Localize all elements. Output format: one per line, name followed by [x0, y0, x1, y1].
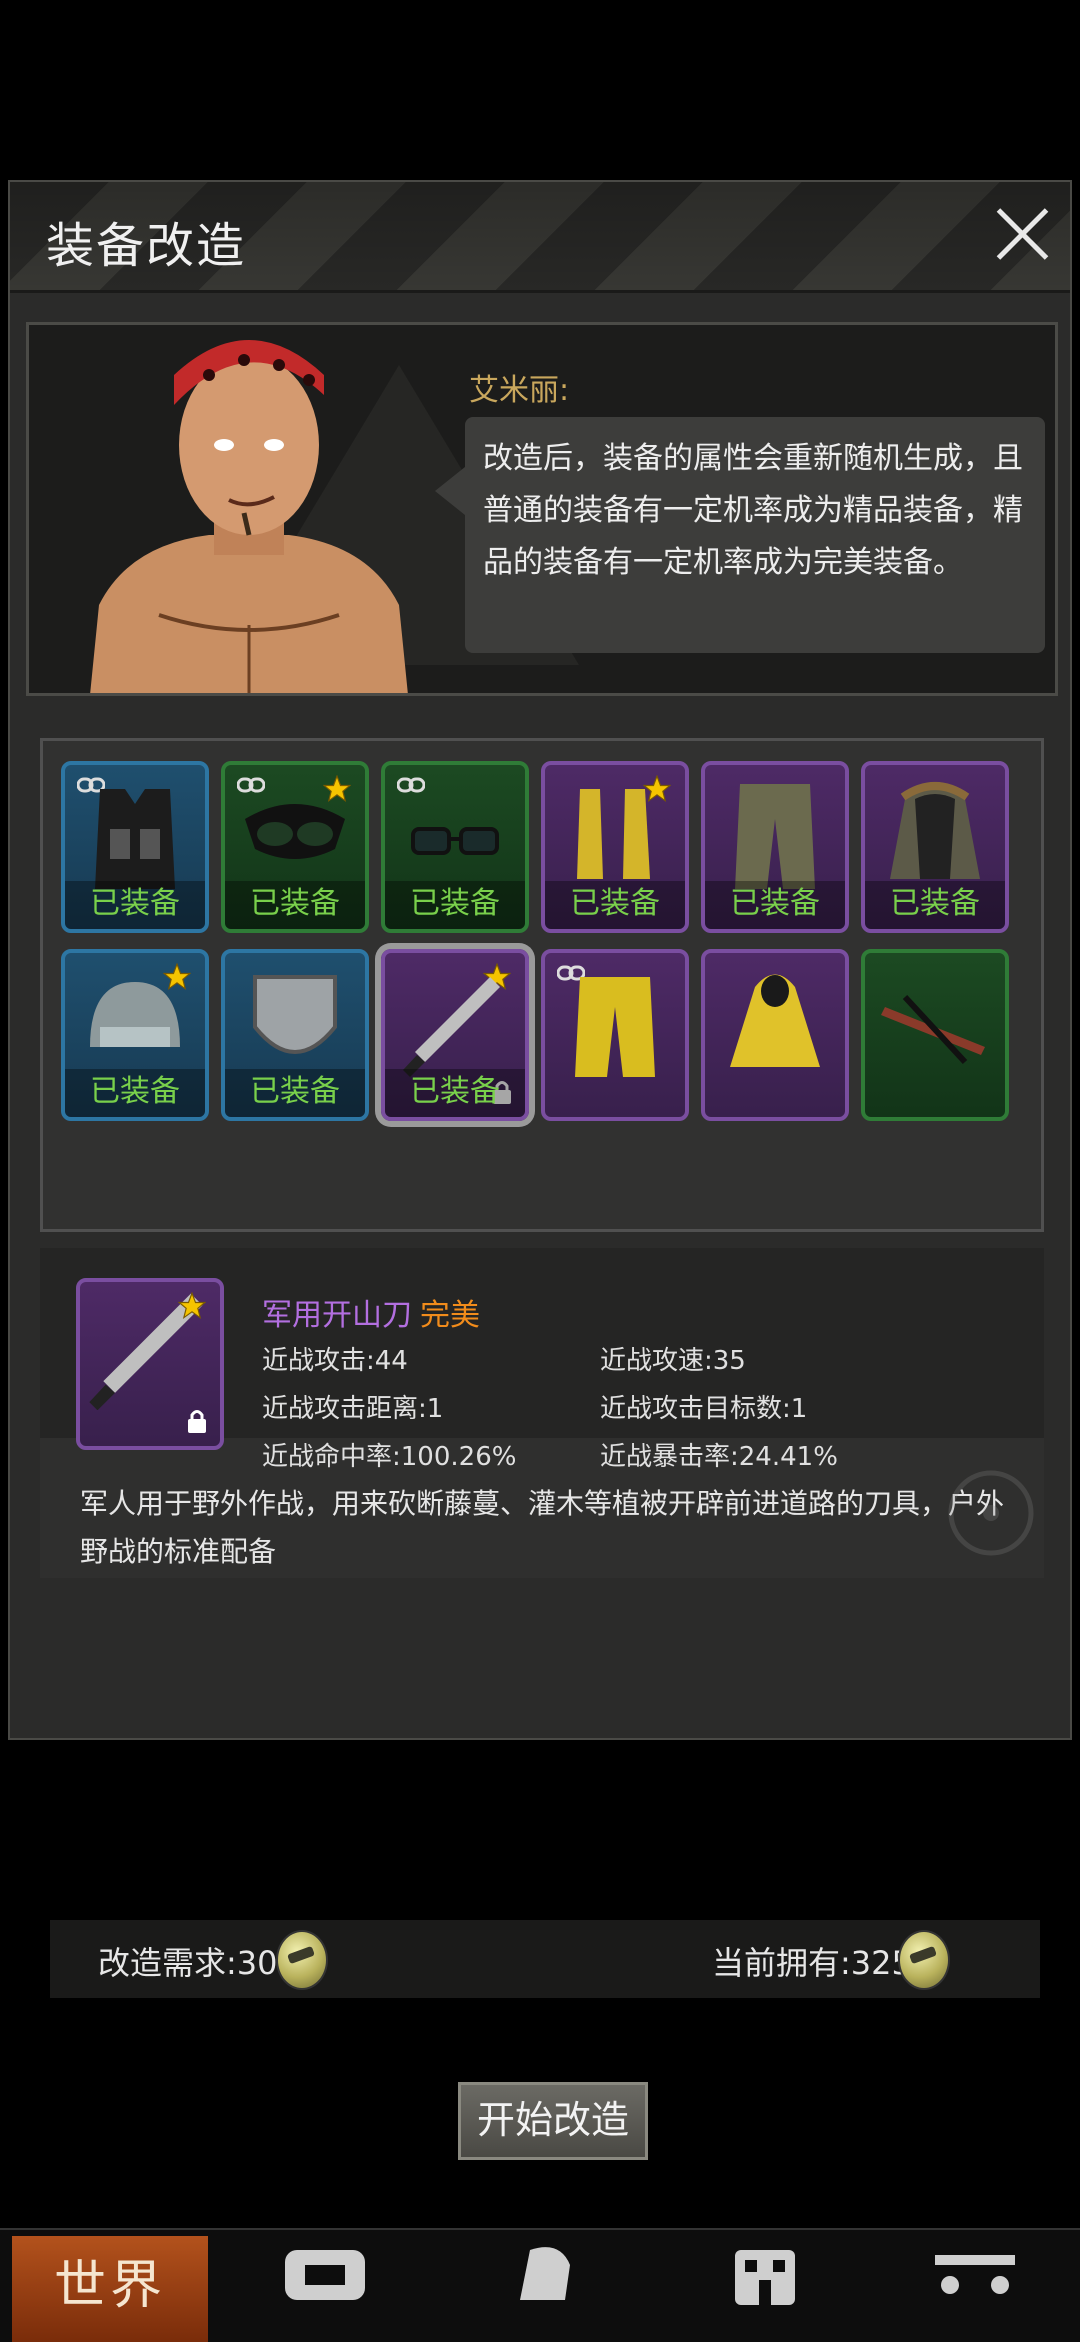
glasses-icon — [411, 827, 499, 855]
stat-melee-hit: 近战命中率:100.26% — [262, 1442, 517, 1472]
helmet-icon — [90, 982, 180, 1047]
item-name-text: 军用开山刀 — [262, 1298, 412, 1333]
inventory-slot-camo-pants[interactable]: 已装备 — [701, 761, 849, 933]
inventory-slot-tactical-vest[interactable]: 已装备 — [61, 761, 209, 933]
coin-icon — [898, 1930, 950, 1990]
npc-name: 艾米丽: — [469, 373, 570, 408]
inventory-slot-glasses[interactable]: 已装备 — [381, 761, 529, 933]
owned-amount: 当前拥有:325 — [712, 1944, 912, 1982]
cost-bar: 改造需求:30 当前拥有:325 — [50, 1920, 1040, 1998]
building-icon[interactable] — [710, 2240, 820, 2310]
crossbow-icon — [881, 994, 985, 1065]
hoodie-icon — [730, 974, 820, 1067]
equipped-label: 已装备 — [385, 1069, 525, 1117]
jacket-icon — [890, 782, 980, 879]
item-quality: 完美 — [420, 1298, 480, 1333]
required-cost: 改造需求:30 — [98, 1944, 278, 1982]
speech-bubble: 改造后，装备的属性会重新随机生成，且普通的装备有一定机率成为精品装备，精品的装备… — [435, 417, 1045, 653]
stat-melee-speed: 近战攻速:35 — [600, 1346, 746, 1376]
goggles-icon — [245, 804, 345, 859]
top-black-area — [0, 0, 1080, 180]
detail-item-slot — [76, 1278, 224, 1450]
equipped-label: 已装备 — [865, 881, 1005, 929]
nav-world-tab[interactable]: 世界 — [12, 2236, 208, 2342]
equipment-modify-dialog: 装备改造 艾米丽: 改造后，装备的属性会重新随机生成，且普通的装备有一定机率成为… — [8, 180, 1072, 1740]
radiation-icon — [948, 1470, 1034, 1556]
inventory-slot-yellow-hoodie[interactable] — [701, 949, 849, 1121]
item-detail-panel: 军用开山刀 完美 近战攻击:44 近战攻速:35 近战攻击距离:1 近战攻击目标数… — [40, 1248, 1044, 1578]
equipped-label: 已装备 — [385, 881, 525, 929]
inventory-slot-crossbow[interactable] — [861, 949, 1009, 1121]
equipped-label: 已装备 — [545, 881, 685, 929]
equipped-label: 已装备 — [225, 1069, 365, 1117]
inventory-slot-machete[interactable]: 已装备 — [381, 949, 529, 1121]
equipped-label: 已装备 — [65, 881, 205, 929]
star-icon — [178, 1292, 206, 1320]
equipped-label: 已装备 — [65, 1069, 205, 1117]
npc-panel: 艾米丽: 改造后，装备的属性会重新随机生成，且普通的装备有一定机率成为精品装备，… — [26, 322, 1058, 696]
stat-melee-range: 近战攻击距离:1 — [262, 1394, 444, 1424]
coin-icon — [276, 1930, 328, 1990]
item-name: 军用开山刀 完美 — [262, 1290, 480, 1334]
inventory-slot-fur-jacket[interactable]: 已装备 — [861, 761, 1009, 933]
close-button[interactable] — [992, 204, 1052, 264]
backpack-icon[interactable] — [270, 2240, 380, 2310]
shield-icon — [253, 975, 337, 1054]
equipped-label: 已装备 — [705, 881, 845, 929]
yellow-pants-icon — [575, 977, 655, 1077]
inventory-slot-yellow-pants[interactable] — [541, 949, 689, 1121]
machete-icon — [403, 977, 500, 1077]
inventory-slot-helmet[interactable]: 已装备 — [61, 949, 209, 1121]
tactical-vest-icon — [95, 789, 175, 889]
boots-icon — [577, 789, 650, 879]
lock-icon — [188, 1410, 206, 1433]
inventory-slot-goggles[interactable]: 已装备 — [221, 761, 369, 933]
stat-melee-crit: 近战暴击率:24.41% — [600, 1442, 838, 1472]
equipped-label: 已装备 — [225, 881, 365, 929]
stat-melee-attack: 近战攻击:44 — [262, 1346, 408, 1376]
character-icon[interactable] — [490, 2240, 600, 2310]
title-bar: 装备改造 — [10, 182, 1070, 293]
item-description: 军人用于野外作战，用来砍断藤蔓、灌木等植被开辟前进道路的刀具，户外野战的标准配备 — [80, 1487, 1005, 1568]
npc-portrait — [90, 340, 408, 693]
bottom-navigation: 世界 — [0, 2228, 1080, 2342]
stat-melee-targets: 近战攻击目标数:1 — [600, 1394, 808, 1424]
inventory-slot-shield[interactable]: 已装备 — [221, 949, 369, 1121]
cart-icon[interactable] — [920, 2240, 1030, 2310]
inventory-grid: 已装备 已装备 已装备 已装备 已装备 已装备 已装备 已装备 已装备 — [40, 738, 1044, 1232]
pants-icon — [735, 784, 815, 889]
start-modify-button[interactable]: 开始改造 — [458, 2082, 648, 2160]
dialog-title: 装备改造 — [46, 218, 247, 274]
inventory-slot-boots[interactable]: 已装备 — [541, 761, 689, 933]
